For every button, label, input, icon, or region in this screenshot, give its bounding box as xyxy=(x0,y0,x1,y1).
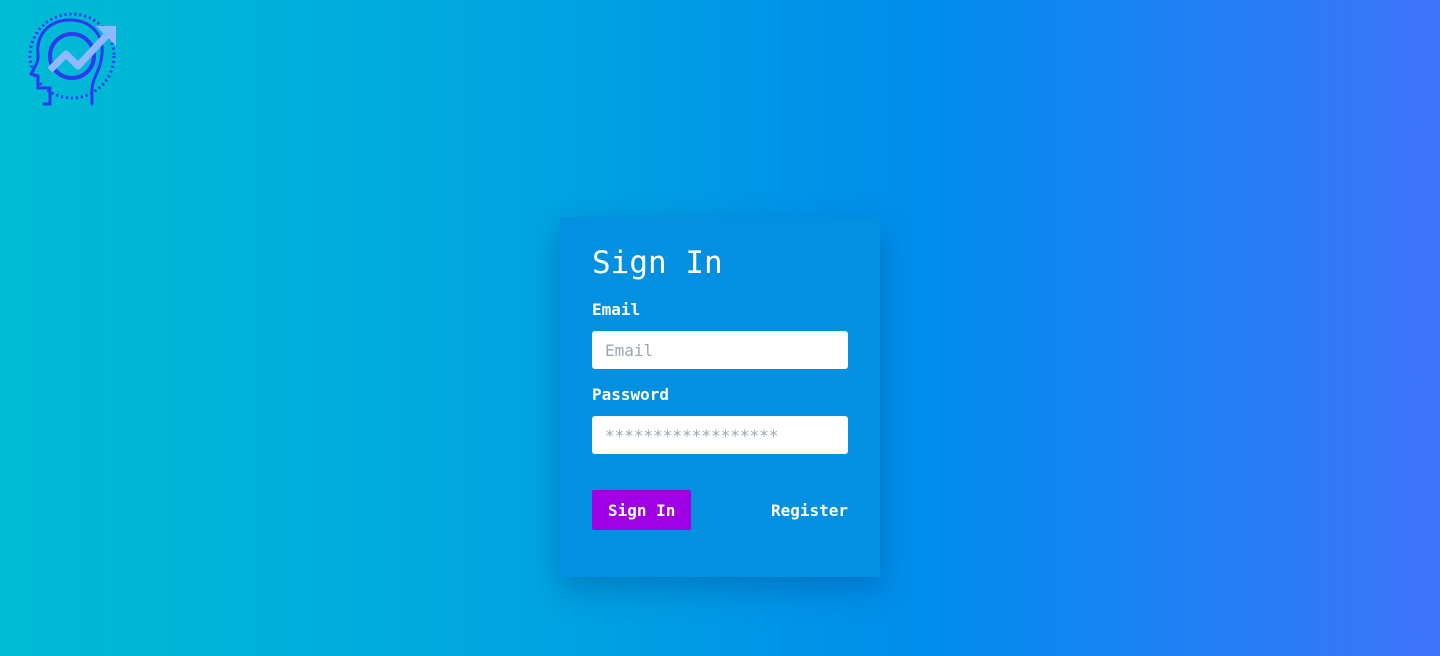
head-growth-chart-icon xyxy=(28,12,116,106)
email-field[interactable] xyxy=(592,331,848,369)
email-label: Email xyxy=(592,300,641,319)
password-label: Password xyxy=(592,385,670,404)
form-actions: Sign In Register xyxy=(592,490,848,530)
login-card: Sign In Email Password Sign In Register xyxy=(560,217,880,577)
app-logo xyxy=(26,12,118,106)
page-title: Sign In xyxy=(592,245,723,281)
sign-in-button[interactable]: Sign In xyxy=(592,490,692,530)
password-field[interactable] xyxy=(592,416,848,454)
register-link[interactable]: Register xyxy=(771,501,848,520)
